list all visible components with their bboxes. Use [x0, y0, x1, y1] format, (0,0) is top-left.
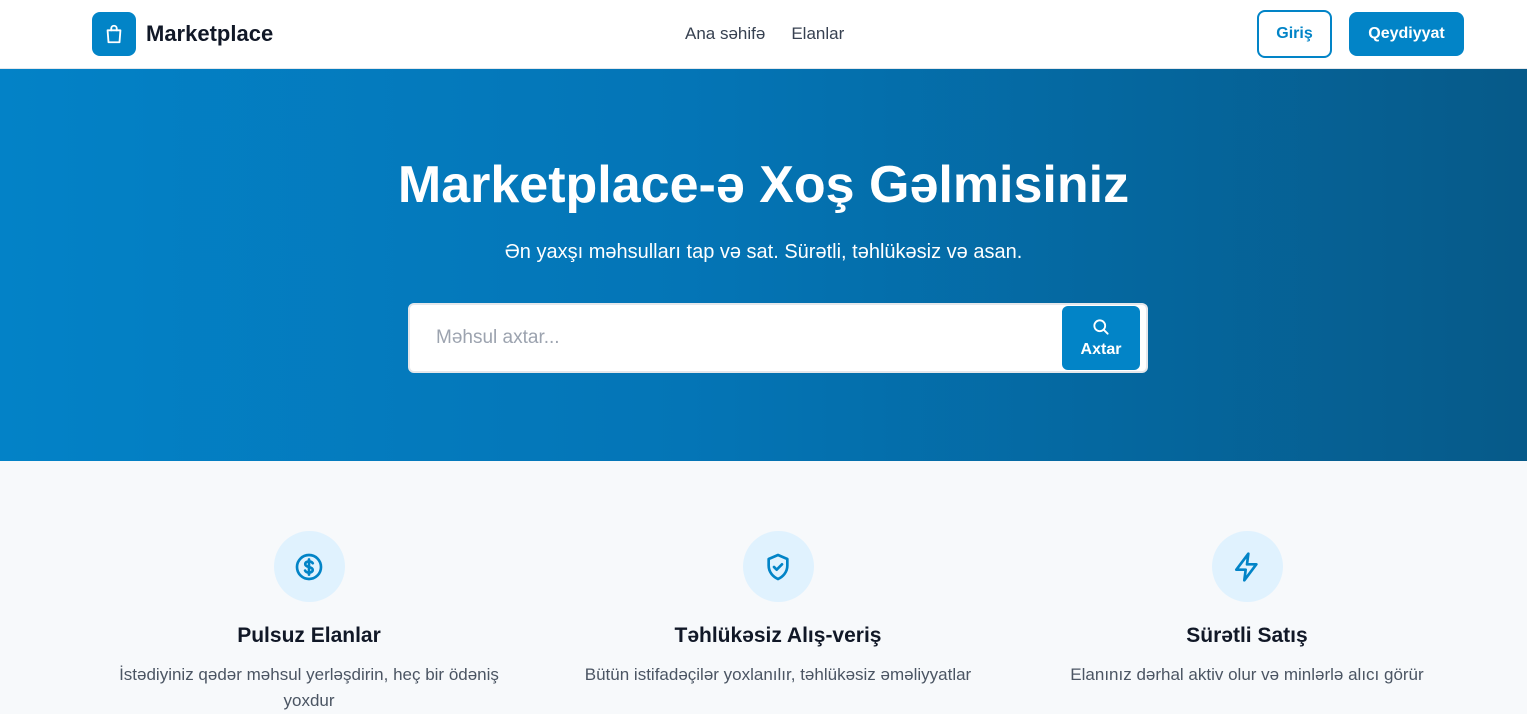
- login-button[interactable]: Giriş: [1257, 10, 1332, 58]
- search-button[interactable]: Axtar: [1062, 306, 1140, 370]
- feature-description: İstədiyiniz qədər məhsul yerləşdirin, he…: [119, 665, 499, 710]
- feature-free-listings: Pulsuz Elanlar İstədiyiniz qədər məhsul …: [99, 531, 519, 714]
- feature-fast-sale: Sürətli Satış Elanınız dərhal aktiv olur…: [1037, 531, 1457, 688]
- feature-secure-shopping: Təhlükəsiz Alış-veriş Bütün istifadəçilə…: [568, 531, 988, 688]
- features-section: Pulsuz Elanlar İstədiyiniz qədər məhsul …: [0, 461, 1527, 714]
- search-button-label: Axtar: [1080, 341, 1122, 358]
- feature-title: Sürətli Satış: [1186, 624, 1308, 647]
- feature-title: Pulsuz Elanlar: [237, 624, 381, 647]
- lightning-icon: [1211, 531, 1283, 602]
- brand[interactable]: Marketplace: [92, 12, 273, 56]
- dollar-icon: [273, 531, 345, 602]
- shield-check-icon: [742, 531, 814, 602]
- hero-title: Marketplace-ə Xoş Gəlmisiniz: [397, 156, 1130, 214]
- nav-home-link[interactable]: Ana səhifə: [685, 24, 765, 44]
- search-input[interactable]: [436, 305, 1036, 371]
- search-icon: [1093, 319, 1109, 335]
- brand-name: Marketplace: [146, 21, 274, 46]
- main-nav: Ana səhifə Elanlar: [685, 24, 844, 44]
- feature-title: Təhlükəsiz Alış-veriş: [674, 624, 882, 647]
- search-bar: Axtar: [408, 303, 1148, 373]
- header: Marketplace Ana səhifə Elanlar Giriş Qey…: [0, 0, 1527, 69]
- hero-subtitle: Ən yaxşı məhsulları tap və sat. Sürətli,…: [504, 241, 1023, 263]
- shopping-bag-icon: [92, 12, 136, 56]
- nav-listings-link[interactable]: Elanlar: [791, 24, 844, 44]
- feature-description: Bütün istifadəçilər yoxlanılır, təhlükəs…: [584, 665, 972, 684]
- feature-description: Elanınız dərhal aktiv olur və minlərlə a…: [1070, 665, 1424, 684]
- register-button[interactable]: Qeydiyyat: [1349, 12, 1464, 56]
- hero-section: Marketplace-ə Xoş Gəlmisiniz Ən yaxşı mə…: [0, 69, 1527, 461]
